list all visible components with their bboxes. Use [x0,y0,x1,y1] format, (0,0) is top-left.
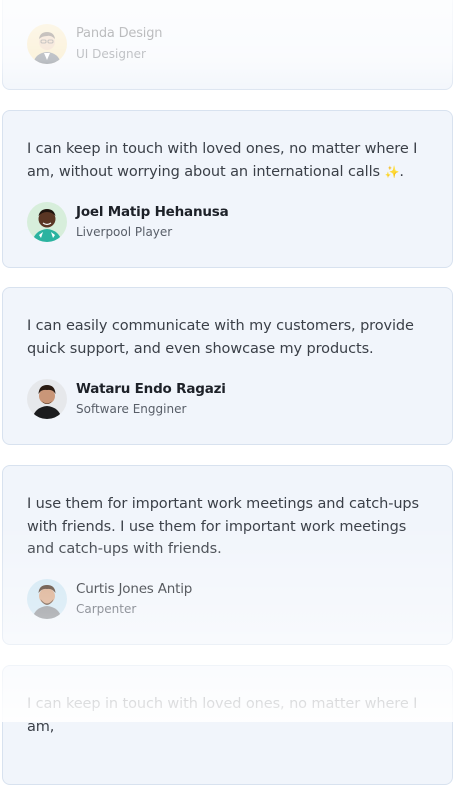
testimonial-quote: I can keep in touch with loved ones, no … [27,138,434,183]
testimonial-feed: Panda Design UI Designer I can keep in t… [0,0,457,785]
author-name: Curtis Jones Antip [76,581,193,597]
quote-suffix: . [399,163,404,180]
sparkles-icon: ✨ [384,164,400,179]
author-role: UI Designer [76,47,146,61]
testimonial-author: Panda Design UI Designer [27,24,162,64]
avatar [27,202,67,242]
quote-text: I can keep in touch with loved ones, no … [27,141,418,180]
testimonial-card: I use them for important work meetings a… [2,465,453,645]
testimonial-card: I can easily communicate with my custome… [2,287,453,445]
testimonial-card: Panda Design UI Designer [2,0,453,90]
author-role: Software Engginer [76,402,187,416]
avatar [27,579,67,619]
author-name: Joel Matip Hehanusa [76,204,229,220]
author-name: Wataru Endo Ragazi [76,381,226,397]
testimonial-card: I can keep in touch with loved ones, no … [2,110,453,268]
testimonial-author: Wataru Endo Ragazi Software Engginer [27,379,226,419]
author-role: Carpenter [76,602,137,616]
testimonial-quote: I can keep in touch with loved ones, no … [27,696,418,735]
testimonial-quote: I can easily communicate with my custome… [27,318,414,357]
author-role: Liverpool Player [76,225,173,239]
testimonial-author: Curtis Jones Antip Carpenter [27,579,192,619]
testimonial-quote: I use them for important work meetings a… [27,496,419,557]
avatar [27,24,67,64]
testimonial-author: Joel Matip Hehanusa Liverpool Player [27,202,229,242]
testimonial-card: I can keep in touch with loved ones, no … [2,665,453,785]
avatar [27,379,67,419]
author-name: Panda Design [76,26,163,41]
